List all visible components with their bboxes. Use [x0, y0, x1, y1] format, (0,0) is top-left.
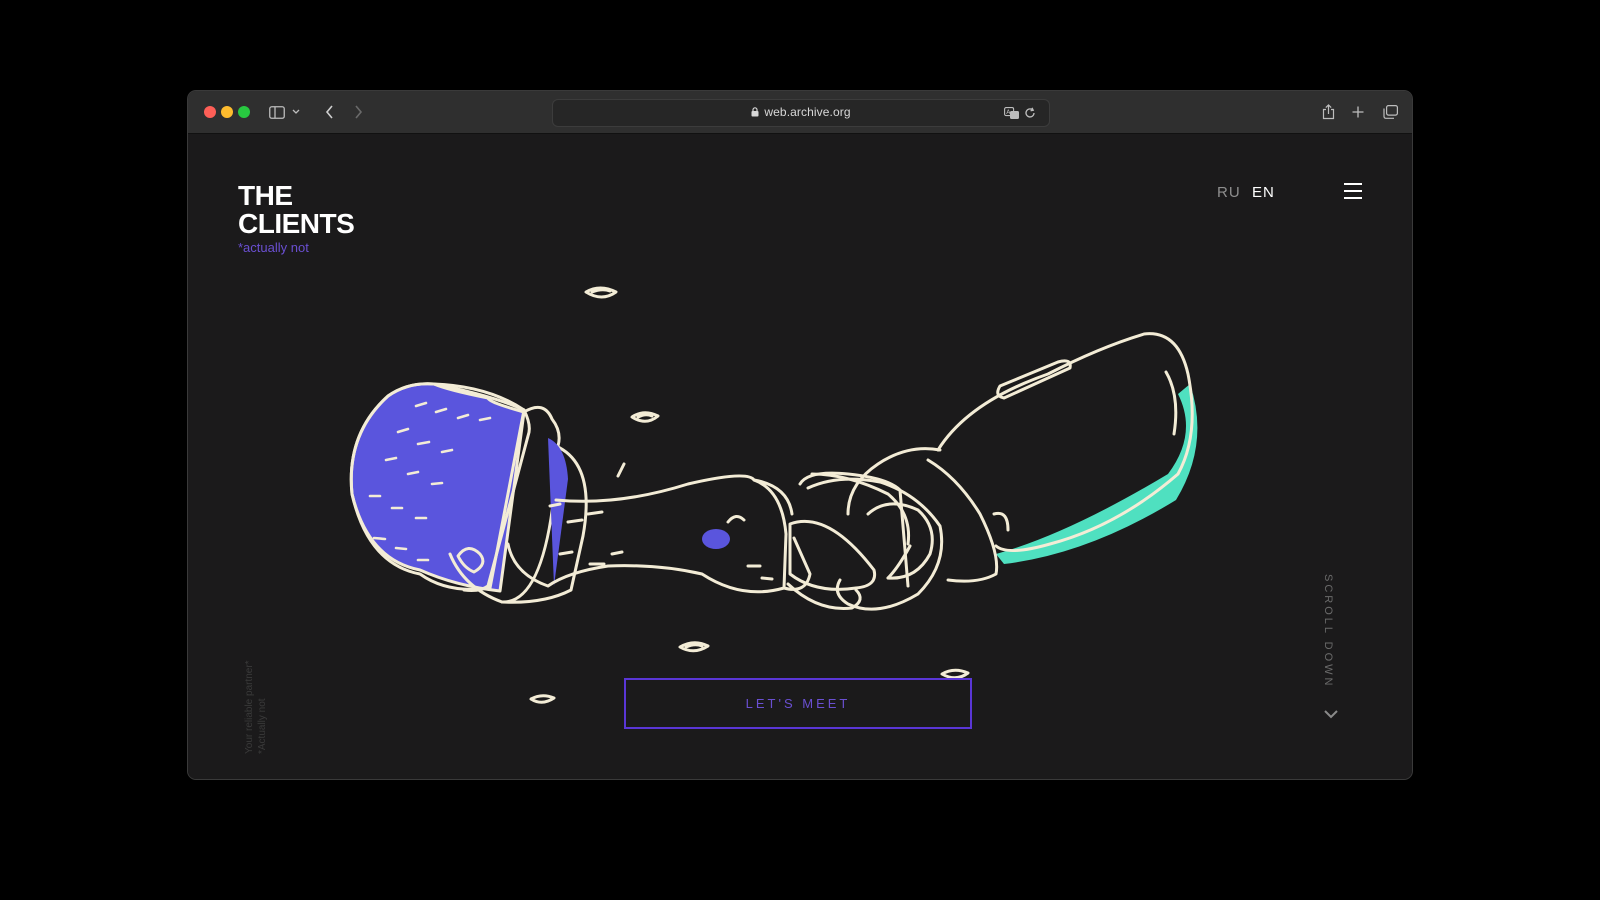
- sidebar-icon[interactable]: [268, 101, 286, 123]
- tube-spot: [702, 529, 730, 549]
- seed-shape: [529, 694, 556, 704]
- scroll-down-indicator[interactable]: SCROLL DOWN: [1322, 574, 1342, 719]
- browser-toolbar: web.archive.org A: [188, 91, 1412, 134]
- vertical-tagline: Your reliable partner* *Actually not: [243, 634, 269, 754]
- minimize-window-button[interactable]: [221, 106, 233, 118]
- cap-shape: [349, 382, 588, 604]
- lock-icon: [751, 106, 759, 120]
- tube-nozzle: [786, 471, 910, 610]
- chevron-down-icon[interactable]: [291, 101, 301, 123]
- plus-icon[interactable]: [1350, 101, 1366, 123]
- share-icon[interactable]: [1320, 101, 1336, 123]
- zoom-window-button[interactable]: [238, 106, 250, 118]
- seed-shape: [678, 641, 710, 653]
- web-page: THE CLIENTS *actually not RU EN Your rel…: [188, 134, 1412, 779]
- chevron-down-icon: [1324, 706, 1338, 724]
- address-bar[interactable]: web.archive.org A: [552, 99, 1050, 127]
- logo-line-1: THE: [238, 180, 293, 211]
- url-text: web.archive.org: [764, 105, 851, 119]
- lets-meet-button[interactable]: LET'S MEET: [624, 678, 972, 729]
- bottle-shape: [806, 332, 1198, 611]
- language-en-link[interactable]: EN: [1252, 184, 1275, 201]
- side-tagline-line-2: *Actually not: [257, 698, 268, 754]
- language-ru-link[interactable]: RU: [1217, 184, 1241, 201]
- close-window-button[interactable]: [204, 106, 216, 118]
- chevron-left-icon[interactable]: [322, 101, 336, 123]
- url-field[interactable]: web.archive.org: [553, 105, 1049, 120]
- seed-shape: [940, 668, 970, 680]
- translate-icon[interactable]: A: [1003, 102, 1021, 124]
- side-tagline-line-1: Your reliable partner*: [244, 660, 255, 754]
- site-logo[interactable]: THE CLIENTS: [238, 180, 355, 239]
- scroll-down-label: SCROLL DOWN: [1322, 574, 1334, 689]
- tube-body: [506, 462, 812, 594]
- seed-shape: [630, 411, 660, 423]
- seed-shape: [584, 286, 618, 299]
- reload-icon[interactable]: [1023, 102, 1037, 124]
- browser-window: web.archive.org A THE CLIENTS *actually …: [188, 91, 1412, 779]
- logo-tagline: *actually not: [238, 240, 309, 255]
- chevron-right-icon[interactable]: [351, 101, 365, 123]
- hamburger-menu-icon[interactable]: [1343, 182, 1363, 200]
- tabs-overview-icon[interactable]: [1381, 101, 1399, 123]
- logo-line-2: CLIENTS: [238, 208, 355, 239]
